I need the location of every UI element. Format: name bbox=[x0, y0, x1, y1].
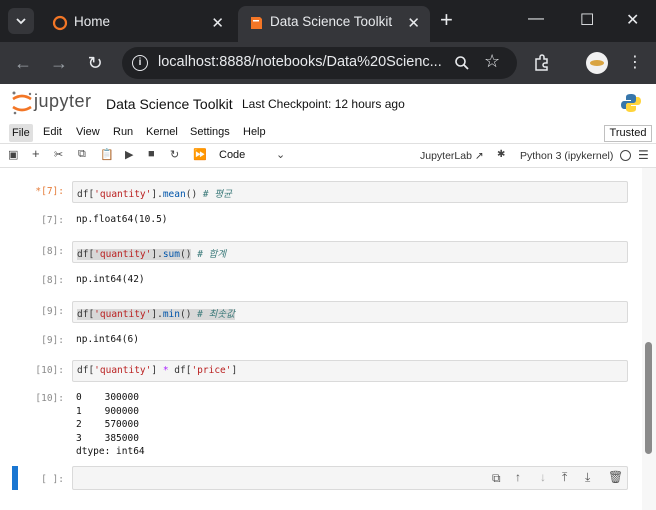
close-icon[interactable]: ✕ bbox=[211, 14, 224, 32]
scrollbar-thumb[interactable] bbox=[645, 342, 652, 454]
chevron-down-icon bbox=[16, 18, 26, 25]
minimize-icon[interactable]: — bbox=[528, 10, 544, 28]
menu-settings[interactable]: Settings bbox=[190, 126, 230, 138]
output-prompt: [8]: bbox=[41, 275, 64, 286]
save-icon[interactable]: ▣ bbox=[8, 148, 18, 161]
jupyter-header: jupyter Data Science Toolkit Last Checkp… bbox=[0, 84, 656, 122]
tab-label: Data Science Toolkit bbox=[270, 14, 393, 29]
code-cell-input[interactable]: df['quantity'].mean() # 평균 bbox=[72, 181, 628, 203]
menu-file[interactable]: File bbox=[9, 124, 33, 142]
menu-kernel[interactable]: Kernel bbox=[146, 126, 178, 138]
external-link-icon: ↗ bbox=[474, 150, 484, 162]
site-info-icon[interactable]: i bbox=[132, 55, 148, 71]
reload-icon[interactable]: ↻ bbox=[84, 52, 106, 74]
window-close-icon[interactable]: ✕ bbox=[626, 10, 639, 30]
checkpoint-status: Last Checkpoint: 12 hours ago bbox=[242, 97, 405, 111]
code-cell-input[interactable]: df['quantity'].sum() # 합계 bbox=[72, 241, 628, 263]
move-down-icon[interactable]: ↓ bbox=[540, 470, 546, 484]
fast-forward-icon[interactable]: ⏩ bbox=[193, 148, 207, 161]
code-text: df['quantity'].mean() # 평균 bbox=[77, 189, 232, 200]
input-prompt: [ ]: bbox=[41, 474, 64, 485]
code-text: df['quantity'].sum() # 합계 bbox=[77, 249, 227, 260]
forward-icon[interactable]: → bbox=[48, 52, 70, 74]
insert-above-icon[interactable]: ⤒ bbox=[562, 470, 567, 485]
chevron-down-icon[interactable]: ⌄ bbox=[276, 148, 285, 161]
back-icon[interactable]: ← bbox=[12, 52, 34, 74]
menu-view[interactable]: View bbox=[76, 126, 100, 138]
cell-output: np.int64(6) bbox=[76, 334, 139, 345]
jupyter-favicon-icon bbox=[52, 15, 68, 31]
run-icon[interactable]: ▶ bbox=[125, 148, 133, 161]
browser-toolbar: ← → ↻ i localhost:8888/notebooks/Data%20… bbox=[0, 42, 656, 84]
duplicate-cell-icon[interactable]: ⧉ bbox=[492, 471, 501, 486]
menu-run[interactable]: Run bbox=[113, 126, 133, 138]
kernel-name[interactable]: Python 3 (ipykernel) bbox=[520, 150, 613, 162]
cell-type-select[interactable]: Code bbox=[219, 149, 245, 161]
profile-avatar[interactable] bbox=[586, 52, 608, 74]
avatar-icon bbox=[590, 60, 604, 66]
jupyterlab-label: JupyterLab bbox=[420, 150, 472, 162]
maximize-icon[interactable]: ☐ bbox=[580, 10, 594, 30]
url-text: localhost:8888/notebooks/Data%20Scienc..… bbox=[158, 54, 442, 70]
debugger-icon[interactable]: ✱ bbox=[497, 149, 505, 160]
cell-output: np.int64(42) bbox=[76, 274, 145, 285]
input-prompt: *[7]: bbox=[35, 186, 64, 197]
notebook-toolbar: ▣ + ✂ ⧉ 📋 ▶ ■ ↻ ⏩ Code ⌄ JupyterLab ↗ ✱ … bbox=[0, 144, 656, 168]
delete-cell-icon[interactable]: 🗑 bbox=[608, 470, 623, 484]
input-prompt: [10]: bbox=[35, 365, 64, 376]
notebook-favicon-icon bbox=[251, 17, 262, 29]
kernel-status-icon bbox=[620, 150, 631, 161]
menu-edit[interactable]: Edit bbox=[43, 126, 62, 138]
tab-home[interactable]: Home ✕ bbox=[42, 6, 234, 42]
code-text: df['quantity'] * df['price'] bbox=[77, 365, 238, 376]
tab-search-button[interactable] bbox=[8, 8, 34, 34]
input-prompt: [8]: bbox=[41, 246, 64, 257]
move-up-icon[interactable]: ↑ bbox=[515, 470, 521, 484]
menu-help[interactable]: Help bbox=[243, 126, 266, 138]
code-cell-input[interactable]: df['quantity'].min() # 최솟값 bbox=[72, 301, 628, 323]
stop-icon[interactable]: ■ bbox=[148, 148, 155, 160]
cut-icon[interactable]: ✂ bbox=[54, 148, 63, 161]
extensions-icon[interactable] bbox=[533, 54, 551, 72]
input-prompt: [9]: bbox=[41, 306, 64, 317]
address-bar[interactable]: i localhost:8888/notebooks/Data%20Scienc… bbox=[122, 47, 517, 79]
output-prompt: [10]: bbox=[35, 393, 64, 404]
trusted-indicator[interactable]: Trusted bbox=[604, 125, 652, 142]
output-prompt: [7]: bbox=[41, 215, 64, 226]
copy-icon[interactable]: ⧉ bbox=[78, 148, 86, 161]
restart-icon[interactable]: ↻ bbox=[170, 148, 179, 161]
jupyter-logo-icon[interactable] bbox=[10, 90, 34, 116]
tab-data-science-toolkit[interactable]: Data Science Toolkit ✕ bbox=[238, 6, 430, 42]
notebook-title[interactable]: Data Science Toolkit bbox=[106, 96, 233, 112]
tab-label: Home bbox=[74, 14, 111, 29]
menu-bar: File Edit View Run Kernel Settings Help … bbox=[0, 122, 656, 144]
cell-output: np.float64(10.5) bbox=[76, 214, 168, 225]
new-tab-button[interactable]: + bbox=[440, 9, 453, 31]
bookmark-star-icon[interactable]: ☆ bbox=[484, 51, 500, 72]
insert-below-icon[interactable]: ⤓ bbox=[585, 470, 590, 485]
add-cell-icon[interactable]: + bbox=[32, 146, 40, 161]
browser-menu-icon[interactable]: ⋮ bbox=[627, 52, 643, 72]
close-icon[interactable]: ✕ bbox=[407, 14, 420, 32]
browser-tab-strip: Home ✕ Data Science Toolkit ✕ + — ☐ ✕ bbox=[0, 0, 656, 42]
code-text: df['quantity'].min() # 최솟값 bbox=[77, 309, 235, 320]
paste-icon[interactable]: 📋 bbox=[100, 148, 114, 161]
code-cell-input[interactable]: df['quantity'] * df['price'] bbox=[72, 360, 628, 382]
notebook-cells: *[7]: df['quantity'].mean() # 평균 [7]: np… bbox=[0, 168, 642, 510]
zoom-icon[interactable] bbox=[454, 55, 470, 71]
output-prompt: [9]: bbox=[41, 335, 64, 346]
python-logo-icon bbox=[621, 94, 641, 112]
cell-output: 0 300000 1 900000 2 570000 3 385000 dtyp… bbox=[76, 392, 145, 457]
notebook-scrollbar[interactable] bbox=[642, 168, 656, 510]
jupyter-logo-text: jupyter bbox=[34, 91, 92, 111]
hamburger-menu-icon[interactable]: ☰ bbox=[638, 148, 649, 162]
jupyter-notebook: jupyter Data Science Toolkit Last Checkp… bbox=[0, 84, 656, 510]
jupyterlab-link[interactable]: JupyterLab ↗ bbox=[420, 150, 484, 162]
